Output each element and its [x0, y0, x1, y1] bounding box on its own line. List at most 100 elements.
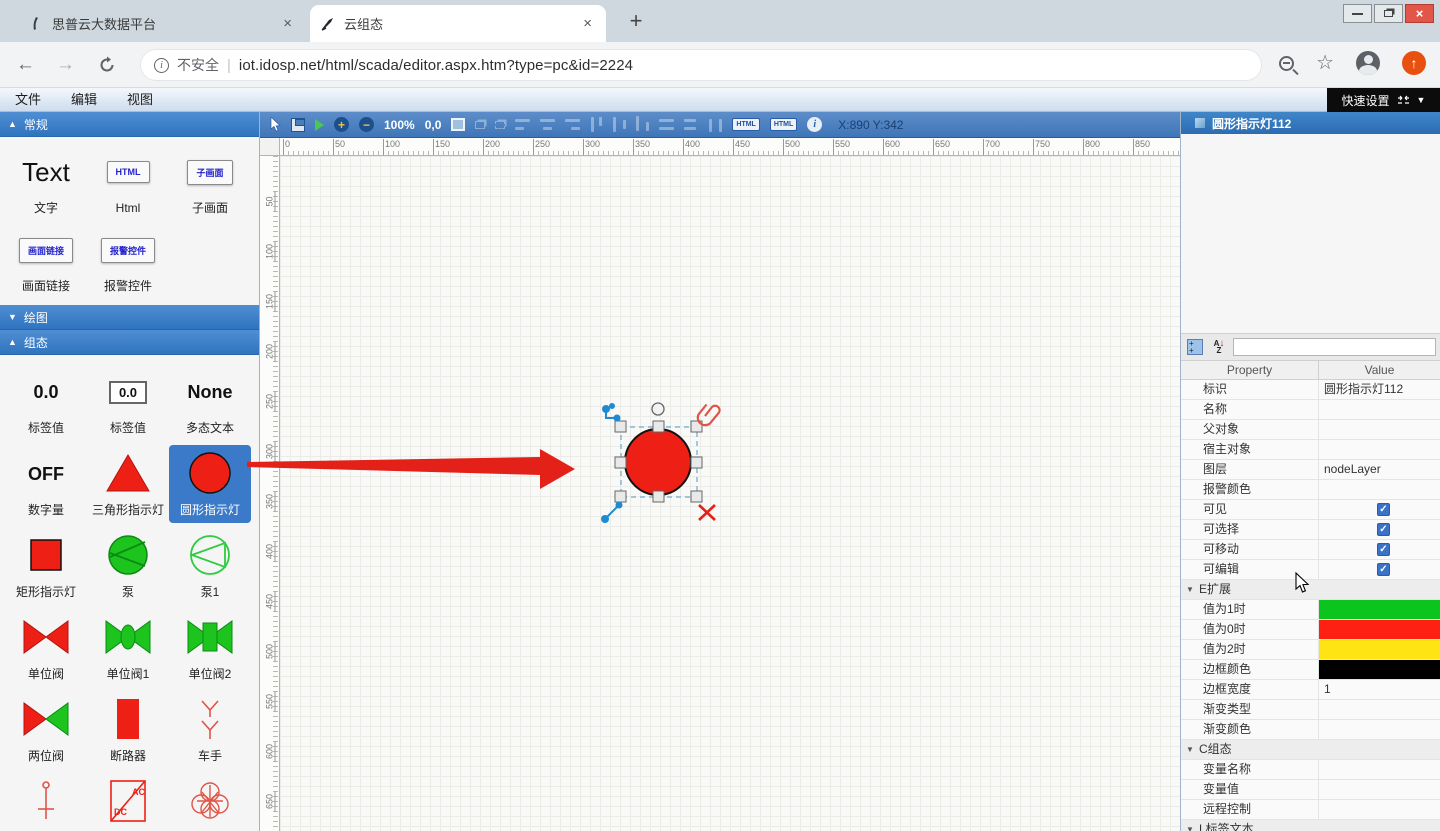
palette-item[interactable]: 刀闸	[5, 773, 87, 831]
property-row[interactable]: 边框颜色	[1181, 660, 1440, 680]
property-row[interactable]: 值为0时	[1181, 620, 1440, 640]
palette-item[interactable]: 三角形指示灯	[87, 445, 169, 523]
address-field[interactable]: i 不安全 | iot.idosp.net/html/scada/editor.…	[140, 49, 1262, 81]
sidebar-section-header[interactable]: ▼绘图	[0, 305, 259, 330]
palette-item[interactable]: 断路器	[87, 691, 169, 769]
property-row[interactable]: 渐变类型	[1181, 700, 1440, 720]
menu-view[interactable]: 视图	[112, 88, 168, 112]
chevron-down-icon[interactable]: ▼	[1417, 95, 1426, 105]
same-height-icon[interactable]	[684, 116, 699, 134]
property-row[interactable]: 图层nodeLayer	[1181, 460, 1440, 480]
html-preview-icon[interactable]: HTML	[732, 116, 759, 134]
align-top-icon[interactable]	[590, 116, 603, 134]
same-width-icon[interactable]	[659, 116, 674, 134]
property-row[interactable]: 可移动✓	[1181, 540, 1440, 560]
palette-item[interactable]: 单位阀	[5, 609, 87, 687]
forward-icon[interactable]: →	[56, 54, 75, 76]
align-left-icon[interactable]	[515, 116, 530, 134]
profile-avatar[interactable]	[1356, 51, 1380, 75]
checkbox-checked[interactable]: ✓	[1377, 543, 1390, 556]
palette-item[interactable]: 0.0标签值	[5, 363, 87, 441]
property-group-row[interactable]: ▼L标签文本	[1181, 820, 1440, 831]
color-swatch[interactable]	[1319, 660, 1440, 679]
palette-item[interactable]: 0.0标签值	[87, 363, 169, 441]
palette-item[interactable]: 泵1	[169, 527, 251, 605]
zoom-in-icon[interactable]: +	[334, 116, 349, 134]
html-export-icon[interactable]: HTML	[770, 116, 797, 134]
property-row[interactable]: 边框宽度1	[1181, 680, 1440, 700]
palette-item[interactable]: 报警控件报警控件	[87, 221, 169, 299]
palette-item[interactable]: OFF数字量	[5, 445, 87, 523]
categorized-view-button[interactable]: ++	[1185, 337, 1205, 357]
run-icon[interactable]	[315, 116, 324, 134]
browser-tab-1[interactable]: 思普云大数据平台 ×	[18, 5, 306, 42]
minimize-button[interactable]	[1343, 4, 1372, 23]
palette-item[interactable]: ACDC逆变器	[87, 773, 169, 831]
browser-tab-2[interactable]: 云组态 ×	[310, 5, 606, 42]
palette-item[interactable]: 矩形指示灯	[5, 527, 87, 605]
reload-icon[interactable]	[98, 56, 116, 74]
property-row[interactable]: 值为2时	[1181, 640, 1440, 660]
property-row[interactable]: 报警颜色	[1181, 480, 1440, 500]
palette-item[interactable]: None多态文本	[169, 363, 251, 441]
property-row[interactable]: 远程控制	[1181, 800, 1440, 820]
property-group-row[interactable]: ▼C组态	[1181, 740, 1440, 760]
property-row[interactable]: 变量名称	[1181, 760, 1440, 780]
palette-item[interactable]: Text文字	[5, 143, 87, 221]
menu-file[interactable]: 文件	[0, 88, 56, 112]
bookmark-star-icon[interactable]: ☆	[1316, 53, 1334, 73]
palette-item[interactable]: 两位阀	[5, 691, 87, 769]
palette-item[interactable]: HTMLHtml	[87, 143, 169, 221]
checkbox-checked[interactable]: ✓	[1377, 503, 1390, 516]
property-row[interactable]: 名称	[1181, 400, 1440, 420]
align-bottom-icon[interactable]	[636, 116, 649, 134]
property-row[interactable]: 可见✓	[1181, 500, 1440, 520]
menu-edit[interactable]: 编辑	[56, 88, 112, 112]
align-right-icon[interactable]	[565, 116, 580, 134]
property-group-row[interactable]: ▼E扩展	[1181, 580, 1440, 600]
browser-update-icon[interactable]: ↑	[1402, 51, 1426, 75]
palette-item[interactable]: 子画面子画面	[169, 143, 251, 221]
sort-az-button[interactable]: A↓Z	[1209, 337, 1229, 357]
zoom-search-icon[interactable]	[1279, 56, 1294, 71]
checkbox-checked[interactable]: ✓	[1377, 523, 1390, 536]
select-cursor-icon[interactable]	[270, 116, 281, 134]
palette-item[interactable]: 单位阀1	[87, 609, 169, 687]
align-middle-icon[interactable]	[613, 116, 626, 134]
property-row[interactable]: 宿主对象	[1181, 440, 1440, 460]
property-filter-input[interactable]	[1233, 338, 1436, 356]
color-swatch[interactable]	[1319, 600, 1440, 619]
group-icon[interactable]	[475, 116, 485, 134]
palette-item[interactable]: 泵	[87, 527, 169, 605]
new-tab-button[interactable]: +	[622, 8, 650, 36]
sidebar-section-header[interactable]: ▲常规	[0, 112, 259, 137]
design-canvas[interactable]	[280, 156, 1180, 831]
save-icon[interactable]	[291, 116, 305, 134]
palette-item[interactable]: 圆形指示灯	[169, 445, 251, 523]
property-row[interactable]: 变量值	[1181, 780, 1440, 800]
property-row[interactable]: 标识圆形指示灯112	[1181, 380, 1440, 400]
object-tree-area[interactable]	[1181, 134, 1440, 334]
color-swatch[interactable]	[1319, 620, 1440, 639]
tab-close-icon[interactable]: ×	[279, 14, 296, 33]
palette-item[interactable]: 车手	[169, 691, 251, 769]
color-swatch[interactable]	[1319, 640, 1440, 659]
sidebar-section-header[interactable]: ▲组态	[0, 330, 259, 355]
tab-close-icon[interactable]: ×	[579, 14, 596, 33]
same-size-icon[interactable]	[709, 116, 722, 134]
zoom-out-icon[interactable]: −	[359, 116, 374, 134]
canvas-settings-icon[interactable]	[451, 116, 465, 134]
palette-item[interactable]: 单位阀2	[169, 609, 251, 687]
quick-settings-button[interactable]: 快速设置 ▼	[1327, 88, 1440, 112]
back-icon[interactable]: ←	[16, 54, 35, 76]
property-row[interactable]: 可编辑✓	[1181, 560, 1440, 580]
property-row[interactable]: 可选择✓	[1181, 520, 1440, 540]
property-row[interactable]: 渐变颜色	[1181, 720, 1440, 740]
palette-item[interactable]: 画面链接画面链接	[5, 221, 87, 299]
ungroup-icon[interactable]	[495, 116, 505, 134]
align-center-icon[interactable]	[540, 116, 555, 134]
property-row[interactable]: 父对象	[1181, 420, 1440, 440]
page-info-icon[interactable]: i	[154, 58, 169, 73]
info-icon[interactable]: i	[807, 116, 822, 134]
checkbox-checked[interactable]: ✓	[1377, 563, 1390, 576]
